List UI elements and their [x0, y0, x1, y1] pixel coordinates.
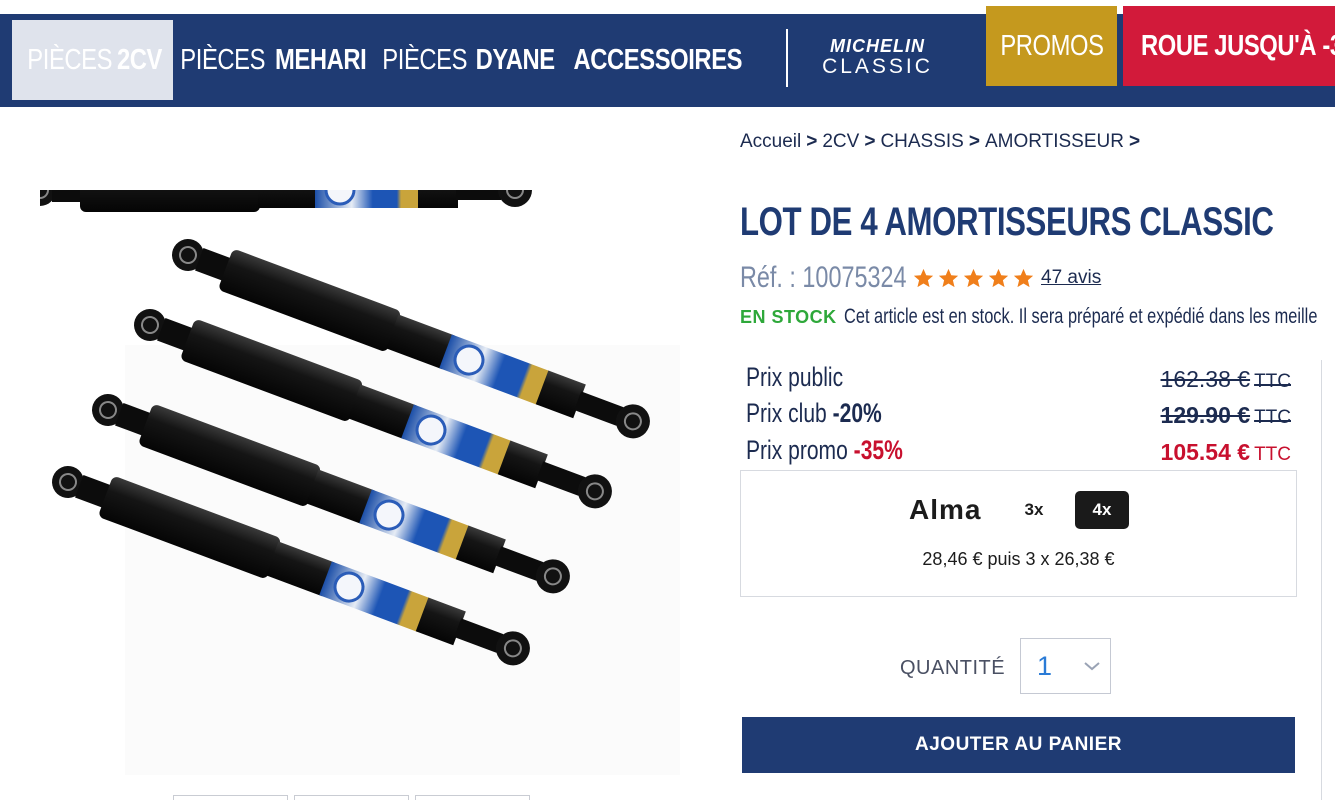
quantity-select[interactable]: 1: [1020, 638, 1111, 694]
product-image[interactable]: [24, 168, 680, 780]
thumbnail[interactable]: [173, 795, 288, 800]
price-club-label: Prix club -20%: [746, 398, 882, 429]
stock-description: Cet article est en stock. Il sera prépar…: [843, 305, 1318, 328]
quantity-label: QUANTITÉ: [900, 657, 1006, 679]
star-icon: [963, 268, 984, 288]
nav-promos-label: PROMOS: [999, 29, 1104, 62]
nav-pieces-2cv[interactable]: PIÈCES 2CV: [12, 20, 173, 100]
price-promo-label: Prix promo -35%: [746, 435, 903, 466]
thumbnail-strip: [173, 795, 533, 800]
add-to-cart-button[interactable]: AJOUTER AU PANIER: [742, 717, 1295, 773]
breadcrumb-chassis[interactable]: CHASSIS: [880, 131, 963, 152]
alma-payment-widget: Alma 3x 4x 28,46 € puis 3 x 26,38 €: [740, 470, 1297, 597]
price-club-value: 129.90 € TTC: [1161, 402, 1291, 429]
product-reference: Réf. : 10075324: [740, 261, 907, 294]
alma-option-4x[interactable]: 4x: [1075, 491, 1129, 529]
reference-row: Réf. : 10075324 47 avis: [740, 261, 1101, 295]
star-icon: [938, 268, 959, 288]
nav-label-bold: MEHARI: [274, 43, 367, 76]
nav-label-thin: PIÈCES: [382, 43, 468, 76]
breadcrumb-separator: >: [864, 131, 876, 152]
price-promo-row: Prix promo -35% 105.54 € TTC: [746, 435, 1291, 471]
star-icon: [913, 268, 934, 288]
price-promo-value: 105.54 € TTC: [1161, 439, 1291, 466]
nav-label-thin: PIÈCES: [180, 43, 266, 76]
stock-badge: EN STOCK: [740, 306, 837, 327]
stock-status: EN STOCK Cet article est en stock. Il se…: [740, 304, 1335, 330]
price-label-text: Prix club: [746, 398, 827, 428]
michelin-classic-logo[interactable]: MICHELIN CLASSIC: [810, 36, 945, 82]
price-amount: 129.90 €: [1160, 402, 1251, 428]
nav-promos[interactable]: PROMOS: [986, 6, 1117, 86]
star-icon: [988, 268, 1009, 288]
breadcrumb-2cv[interactable]: 2CV: [822, 131, 859, 152]
nav-label-thin: PIÈCES: [27, 43, 113, 76]
promo-discount: -35%: [853, 435, 903, 465]
price-ttc: TTC: [1254, 371, 1291, 392]
thumbnail[interactable]: [415, 795, 530, 800]
price-ttc: TTC: [1254, 444, 1291, 465]
breadcrumb-separator: >: [968, 131, 980, 152]
breadcrumb-amortisseur[interactable]: AMORTISSEUR: [985, 131, 1124, 152]
price-amount: 162.38 €: [1160, 366, 1251, 392]
price-label-text: Prix promo: [746, 435, 848, 465]
column-divider: [1321, 360, 1322, 800]
nav-accessoires[interactable]: ACCESSOIRES: [573, 20, 742, 100]
price-public-row: Prix public 162.38 € TTC: [746, 362, 1291, 398]
price-club-row: Prix club -20% 129.90 € TTC: [746, 398, 1291, 434]
price-label-text: Prix public: [746, 362, 844, 392]
nav-roue-promo[interactable]: ROUE JUSQU'À -35: [1123, 6, 1335, 86]
price-public-label: Prix public: [746, 362, 843, 393]
alma-option-3x[interactable]: 3x: [1013, 491, 1055, 529]
nav-label-bold: DYANE: [475, 43, 555, 76]
nav-pieces-mehari[interactable]: PIÈCES MEHARI: [180, 20, 366, 100]
breadcrumb-accueil[interactable]: Accueil: [740, 131, 801, 152]
star-icon: [1013, 268, 1034, 288]
breadcrumb: Accueil >2CV > CHASSIS > AMORTISSEUR >: [740, 131, 1145, 153]
nav-label-bold: ACCESSOIRES: [573, 43, 742, 76]
thumbnail[interactable]: [294, 795, 409, 800]
club-discount: -20%: [832, 398, 882, 428]
rating-stars: [912, 267, 1035, 289]
alma-logo: Alma: [909, 494, 982, 525]
quantity-value: 1: [1037, 651, 1053, 681]
shock-absorbers-illustration: [24, 168, 680, 775]
nav-roue-label: ROUE JUSQU'À -35: [1141, 29, 1335, 62]
breadcrumb-separator: >: [1128, 131, 1141, 152]
price-public-value: 162.38 € TTC: [1161, 366, 1291, 393]
product-title: LOT DE 4 AMORTISSEURS CLASSIC: [740, 200, 1274, 244]
michelin-logo-line1: MICHELIN: [830, 36, 925, 56]
nav-divider: [786, 29, 788, 87]
price-amount: 105.54 €: [1160, 439, 1251, 465]
alma-plan-text: 28,46 € puis 3 x 26,38 €: [922, 549, 1115, 569]
reviews-link[interactable]: 47 avis: [1041, 267, 1101, 289]
price-ttc: TTC: [1254, 407, 1291, 428]
nav-label-bold: 2CV: [116, 43, 162, 76]
nav-pieces-dyane[interactable]: PIÈCES DYANE: [382, 20, 554, 100]
breadcrumb-separator: >: [806, 131, 818, 152]
chevron-down-icon: [1084, 662, 1100, 671]
shock-absorber: [24, 168, 532, 212]
michelin-logo-line2: CLASSIC: [822, 55, 933, 78]
